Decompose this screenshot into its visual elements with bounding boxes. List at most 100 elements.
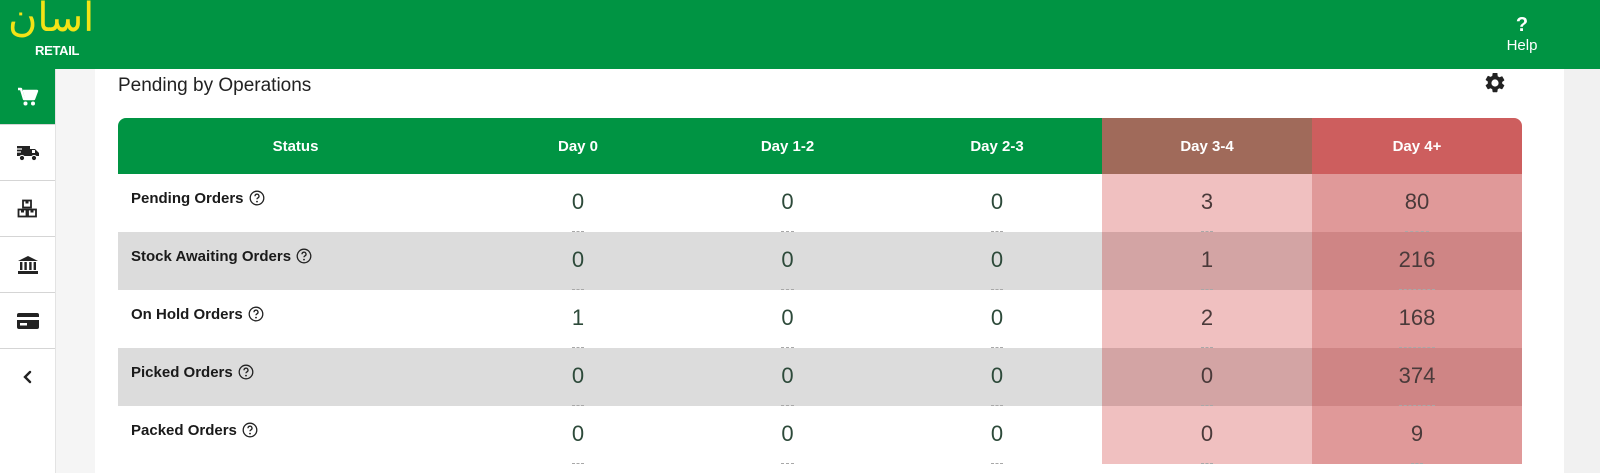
- count-link[interactable]: 1: [1200, 247, 1214, 290]
- credit-card-icon: [16, 312, 39, 329]
- sidebar-item-payments[interactable]: [0, 293, 55, 349]
- cell-day-3-4: 2: [1102, 290, 1312, 348]
- help-circle-icon[interactable]: [238, 364, 254, 380]
- count-link[interactable]: 168: [1398, 305, 1436, 348]
- sidebar-collapse-button[interactable]: [0, 349, 55, 405]
- gear-icon[interactable]: [1483, 71, 1507, 95]
- sidebar-item-finance[interactable]: [0, 237, 55, 293]
- cell-day-3-4: 3: [1102, 174, 1312, 232]
- help-label: Help: [1506, 37, 1538, 54]
- header-status[interactable]: Status: [118, 118, 473, 174]
- cell-day-4-plus: 80: [1312, 174, 1522, 232]
- header-day-1-2[interactable]: Day 1-2: [683, 118, 892, 174]
- cart-icon: [17, 87, 38, 105]
- count-link[interactable]: 0: [781, 305, 794, 348]
- count-link[interactable]: 0: [571, 421, 585, 464]
- status-cell: Pending Orders: [118, 174, 473, 232]
- help-button[interactable]: ? Help: [1496, 14, 1548, 56]
- count-link[interactable]: 0: [1200, 421, 1214, 464]
- header-day-4-plus[interactable]: Day 4+: [1312, 118, 1522, 174]
- help-circle-icon[interactable]: [296, 248, 312, 264]
- cell-day-4-plus: 9: [1312, 406, 1522, 464]
- count-link[interactable]: 3: [1200, 189, 1214, 232]
- cell-day-2-3: 0: [892, 174, 1102, 232]
- cell-day-0: 0: [473, 232, 683, 290]
- count-link[interactable]: 374: [1398, 363, 1436, 406]
- cell-day-1-2: 0: [683, 232, 892, 290]
- count-link[interactable]: 1: [571, 305, 585, 348]
- chevron-left-icon: [22, 370, 31, 384]
- count-link[interactable]: 0: [781, 421, 794, 464]
- boxes-icon: [17, 199, 37, 217]
- cell-day-0: 0: [473, 174, 683, 232]
- count-link[interactable]: 80: [1404, 189, 1430, 232]
- logo-text: RETAIL: [35, 43, 80, 58]
- count-link[interactable]: 9: [1410, 421, 1424, 464]
- cell-day-3-4: 0: [1102, 406, 1312, 464]
- count-link[interactable]: 0: [990, 363, 1004, 406]
- cell-day-2-3: 0: [892, 406, 1102, 464]
- count-link[interactable]: 0: [571, 363, 585, 406]
- pending-by-operations-card: Pending by Operations Status Day 0 Day 1…: [95, 69, 1564, 473]
- table-body: Pending Orders 0 0 0 3 80 Stock Awaiting Order…: [118, 174, 1522, 464]
- sidebar: [0, 69, 56, 473]
- count-link[interactable]: 0: [571, 247, 585, 290]
- count-link[interactable]: 0: [990, 189, 1004, 232]
- cell-day-3-4: 1: [1102, 232, 1312, 290]
- cell-day-0: 1: [473, 290, 683, 348]
- table-row: Stock Awaiting Orders 0 0 0 1 216: [118, 232, 1522, 290]
- status-label: Pending Orders: [131, 190, 244, 207]
- help-icon: ?: [1515, 14, 1529, 36]
- bank-icon: [17, 255, 38, 274]
- status-cell: Packed Orders: [118, 406, 473, 464]
- status-cell: Stock Awaiting Orders: [118, 232, 473, 290]
- cell-day-2-3: 0: [892, 348, 1102, 406]
- card-title: Pending by Operations: [118, 75, 312, 96]
- count-link[interactable]: 216: [1398, 247, 1436, 290]
- truck-icon: [15, 145, 39, 161]
- scrollbar-track[interactable]: [1564, 69, 1600, 473]
- count-link[interactable]: 0: [781, 247, 794, 290]
- cell-day-3-4: 0: [1102, 348, 1312, 406]
- status-cell: On Hold Orders: [118, 290, 473, 348]
- cell-day-2-3: 0: [892, 232, 1102, 290]
- cell-day-1-2: 0: [683, 406, 892, 464]
- sidebar-item-sales[interactable]: [0, 69, 55, 125]
- help-circle-icon[interactable]: [248, 306, 264, 322]
- cell-day-1-2: 0: [683, 174, 892, 232]
- cell-day-4-plus: 168: [1312, 290, 1522, 348]
- status-label: Picked Orders: [131, 364, 233, 381]
- cell-day-1-2: 0: [683, 348, 892, 406]
- status-label: On Hold Orders: [131, 306, 243, 323]
- status-label: Packed Orders: [131, 422, 237, 439]
- count-link[interactable]: 0: [781, 189, 794, 232]
- count-link[interactable]: 0: [571, 189, 585, 232]
- sidebar-item-inventory[interactable]: [0, 181, 55, 237]
- table-row: Pending Orders 0 0 0 3 80: [118, 174, 1522, 232]
- help-circle-icon[interactable]: [249, 190, 265, 206]
- count-link[interactable]: 0: [1200, 363, 1214, 406]
- cell-day-1-2: 0: [683, 290, 892, 348]
- status-cell: Picked Orders: [118, 348, 473, 406]
- top-bar: آسان RETAIL ? Help: [0, 0, 1600, 69]
- table-row: Packed Orders 0 0 0 0 9: [118, 406, 1522, 464]
- status-label: Stock Awaiting Orders: [131, 248, 292, 265]
- count-link[interactable]: 2: [1200, 305, 1214, 348]
- count-link[interactable]: 0: [990, 305, 1004, 348]
- cell-day-4-plus: 216: [1312, 232, 1522, 290]
- cell-day-4-plus: 374: [1312, 348, 1522, 406]
- app-logo[interactable]: آسان RETAIL: [8, 0, 94, 62]
- cell-day-0: 0: [473, 406, 683, 464]
- cell-day-2-3: 0: [892, 290, 1102, 348]
- count-link[interactable]: 0: [781, 363, 794, 406]
- count-link[interactable]: 0: [990, 421, 1004, 464]
- table-row: Picked Orders 0 0 0 0 374: [118, 348, 1522, 406]
- help-circle-icon[interactable]: [242, 422, 258, 438]
- sidebar-item-shipping[interactable]: [0, 125, 55, 181]
- header-day-0[interactable]: Day 0: [473, 118, 683, 174]
- logo-arabic-text: آسان: [8, 0, 95, 41]
- pending-operations-table: Status Day 0 Day 1-2 Day 2-3 Day 3-4 Day…: [118, 118, 1522, 464]
- count-link[interactable]: 0: [990, 247, 1004, 290]
- header-day-3-4[interactable]: Day 3-4: [1102, 118, 1312, 174]
- header-day-2-3[interactable]: Day 2-3: [892, 118, 1102, 174]
